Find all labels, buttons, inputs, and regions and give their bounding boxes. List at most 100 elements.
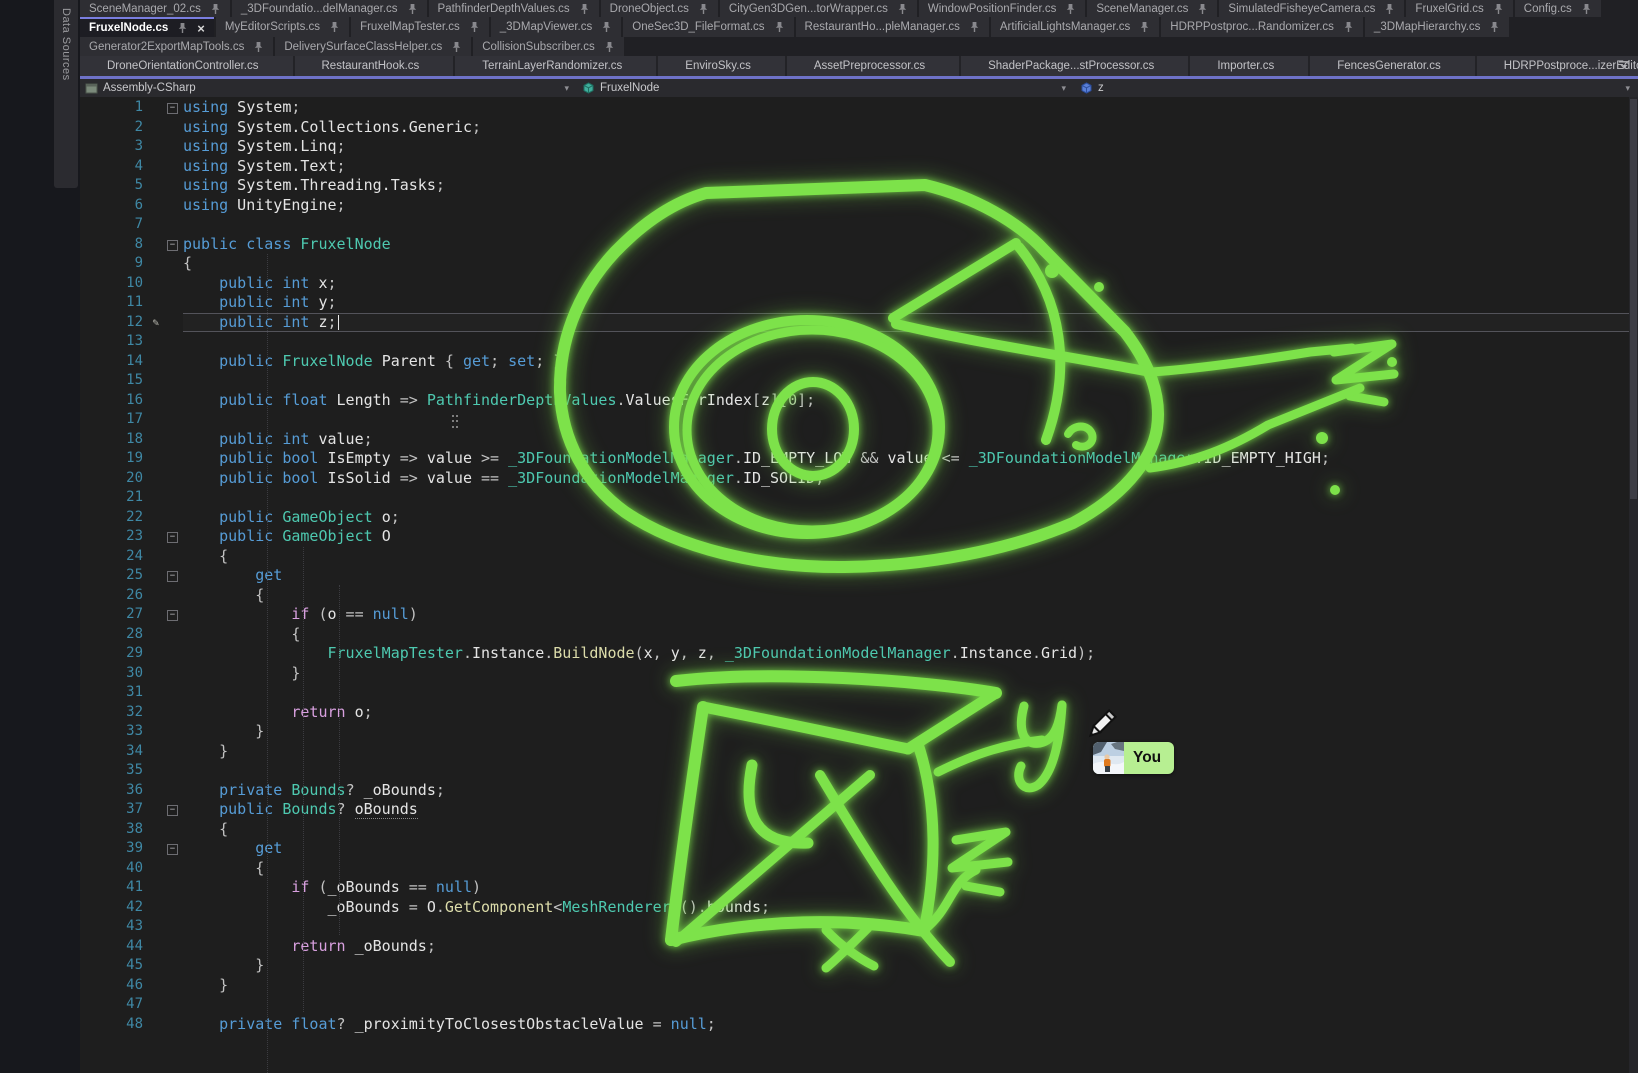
fold-collapse-icon[interactable]: − — [167, 844, 178, 855]
tab-DroneOrientationController.cs[interactable]: DroneOrientationController.cs — [80, 56, 293, 76]
pin-icon[interactable] — [774, 21, 785, 33]
fold-collapse-icon[interactable]: − — [167, 103, 178, 114]
code-line-13[interactable]: 13 — [80, 332, 1638, 352]
fold-collapse-icon[interactable]: − — [167, 240, 178, 251]
pin-icon[interactable] — [1139, 21, 1150, 33]
code-line-10[interactable]: 10 public int x; — [80, 274, 1638, 294]
code-line-2[interactable]: 2using System.Collections.Generic; — [80, 118, 1638, 138]
data-sources-panel-tab[interactable]: Data Sources — [54, 0, 78, 188]
code-line-4[interactable]: 4using System.Text; — [80, 157, 1638, 177]
pin-icon[interactable] — [1197, 3, 1208, 15]
pin-icon[interactable] — [253, 41, 264, 53]
tab-Importer.cs[interactable]: Importer.cs — [1190, 56, 1308, 76]
code-line-15[interactable]: 15 — [80, 371, 1638, 391]
vertical-scrollbar[interactable] — [1629, 97, 1638, 1073]
tab-active-FruxelNode.cs[interactable]: FruxelNode.cs× — [80, 17, 214, 37]
pin-icon[interactable] — [177, 22, 188, 34]
pin-icon[interactable] — [579, 3, 590, 15]
code-line-27[interactable]: 27− if (o == null) — [80, 605, 1638, 625]
code-line-39[interactable]: 39− get — [80, 839, 1638, 859]
pin-icon[interactable] — [1493, 3, 1504, 15]
code-line-48[interactable]: 48 private float? _proximityToClosestObs… — [80, 1015, 1638, 1035]
tab-_3DMapHierarchy.cs[interactable]: _3DMapHierarchy.cs — [1365, 17, 1510, 37]
tab-_3DMapViewer.cs[interactable]: _3DMapViewer.cs — [491, 17, 621, 37]
tab-Generator2ExportMapTools.cs[interactable]: Generator2ExportMapTools.cs — [80, 37, 273, 56]
code-line-9[interactable]: 9{ — [80, 254, 1638, 274]
type-dropdown[interactable]: FruxelNode ▾ — [577, 79, 1074, 97]
code-line-7[interactable]: 7 — [80, 215, 1638, 235]
tab-MyEditorScripts.cs[interactable]: MyEditorScripts.cs — [216, 17, 349, 37]
fold-collapse-icon[interactable]: − — [167, 610, 178, 621]
code-line-6[interactable]: 6using UnityEngine; — [80, 196, 1638, 216]
code-line-35[interactable]: 35 — [80, 761, 1638, 781]
code-line-12[interactable]: 12✎ public int z; — [80, 313, 1638, 333]
tab-RestaurantHo...pleManager.cs[interactable]: RestaurantHo...pleManager.cs — [796, 17, 989, 37]
tab-OneSec3D_FileFormat.cs[interactable]: OneSec3D_FileFormat.cs — [623, 17, 793, 37]
code-line-24[interactable]: 24 { — [80, 547, 1638, 567]
pin-icon[interactable] — [604, 41, 615, 53]
pin-icon[interactable] — [1065, 3, 1076, 15]
code-line-16[interactable]: 16 public float Length => PathfinderDept… — [80, 391, 1638, 411]
pin-icon[interactable] — [469, 21, 480, 33]
tab-FencesGenerator.cs[interactable]: FencesGenerator.cs — [1310, 56, 1475, 76]
code-line-11[interactable]: 11 public int y; — [80, 293, 1638, 313]
tab-CityGen3DGen...torWrapper.cs[interactable]: CityGen3DGen...torWrapper.cs — [720, 0, 917, 17]
tab-ArtificialLightsManager.cs[interactable]: ArtificialLightsManager.cs — [991, 17, 1159, 37]
tab-ShaderPackage...stProcessor.cs[interactable]: ShaderPackage...stProcessor.cs — [961, 56, 1188, 76]
code-line-21[interactable]: 21 — [80, 488, 1638, 508]
code-line-45[interactable]: 45 } — [80, 956, 1638, 976]
code-line-32[interactable]: 32 return o; — [80, 703, 1638, 723]
project-dropdown[interactable]: Assembly-CSharp ▾ — [80, 79, 577, 97]
tab-SceneManager.cs[interactable]: SceneManager.cs — [1087, 0, 1217, 17]
code-line-47[interactable]: 47 — [80, 995, 1638, 1015]
code-line-25[interactable]: 25− get — [80, 566, 1638, 586]
tab-AssetPreprocessor.cs[interactable]: AssetPreprocessor.cs — [787, 56, 959, 76]
pin-icon[interactable] — [698, 3, 709, 15]
code-line-20[interactable]: 20 public bool IsSolid => value == _3DFo… — [80, 469, 1638, 489]
pin-icon[interactable] — [897, 3, 908, 15]
pin-icon[interactable] — [969, 21, 980, 33]
tab-Config.cs[interactable]: Config.cs — [1515, 0, 1601, 17]
pin-icon[interactable] — [407, 3, 418, 15]
code-line-31[interactable]: 31 — [80, 683, 1638, 703]
code-line-5[interactable]: 5using System.Threading.Tasks; — [80, 176, 1638, 196]
code-line-41[interactable]: 41 if (_oBounds == null) — [80, 878, 1638, 898]
window-list-icon[interactable] — [1618, 60, 1630, 70]
code-line-29[interactable]: 29 FruxelMapTester.Instance.BuildNode(x,… — [80, 644, 1638, 664]
code-line-46[interactable]: 46 } — [80, 976, 1638, 996]
fold-collapse-icon[interactable]: − — [167, 805, 178, 816]
code-line-1[interactable]: 1−using System; — [80, 98, 1638, 118]
code-line-38[interactable]: 38 { — [80, 820, 1638, 840]
tab-FruxelMapTester.cs[interactable]: FruxelMapTester.cs — [351, 17, 489, 37]
pin-icon[interactable] — [329, 21, 340, 33]
code-line-22[interactable]: 22 public GameObject o; — [80, 508, 1638, 528]
code-line-17[interactable]: 17 — [80, 410, 1638, 430]
code-line-44[interactable]: 44 return _oBounds; — [80, 937, 1638, 957]
code-line-43[interactable]: 43 — [80, 917, 1638, 937]
tab-HDRPPostproce...izerEditor.cs[interactable]: HDRPPostproce...izerEditor.cs — [1477, 56, 1638, 76]
member-dropdown[interactable]: z ▾ — [1074, 79, 1638, 97]
code-line-34[interactable]: 34 } — [80, 742, 1638, 762]
code-line-28[interactable]: 28 { — [80, 625, 1638, 645]
scrollbar-thumb[interactable] — [1630, 99, 1637, 499]
code-line-30[interactable]: 30 } — [80, 664, 1638, 684]
tab-TerrainLayerRandomizer.cs[interactable]: TerrainLayerRandomizer.cs — [455, 56, 656, 76]
code-line-37[interactable]: 37− public Bounds? oBounds — [80, 800, 1638, 820]
pin-icon[interactable] — [210, 3, 221, 15]
code-line-23[interactable]: 23− public GameObject O — [80, 527, 1638, 547]
pin-icon[interactable] — [451, 41, 462, 53]
pin-icon[interactable] — [601, 21, 612, 33]
code-line-33[interactable]: 33 } — [80, 722, 1638, 742]
tab-CollisionSubscriber.cs[interactable]: CollisionSubscriber.cs — [473, 37, 624, 56]
close-icon[interactable]: × — [197, 22, 205, 35]
code-line-26[interactable]: 26 { — [80, 586, 1638, 606]
tab-WindowPositionFinder.cs[interactable]: WindowPositionFinder.cs — [919, 0, 1085, 17]
tab-RestaurantHook.cs[interactable]: RestaurantHook.cs — [295, 56, 454, 76]
fold-collapse-icon[interactable]: − — [167, 571, 178, 582]
tab-DroneObject.cs[interactable]: DroneObject.cs — [601, 0, 718, 17]
code-line-42[interactable]: 42 _oBounds = O.GetComponent<MeshRendere… — [80, 898, 1638, 918]
pin-icon[interactable] — [1384, 3, 1395, 15]
code-line-8[interactable]: 8−public class FruxelNode — [80, 235, 1638, 255]
code-line-3[interactable]: 3using System.Linq; — [80, 137, 1638, 157]
code-line-18[interactable]: 18 public int value; — [80, 430, 1638, 450]
